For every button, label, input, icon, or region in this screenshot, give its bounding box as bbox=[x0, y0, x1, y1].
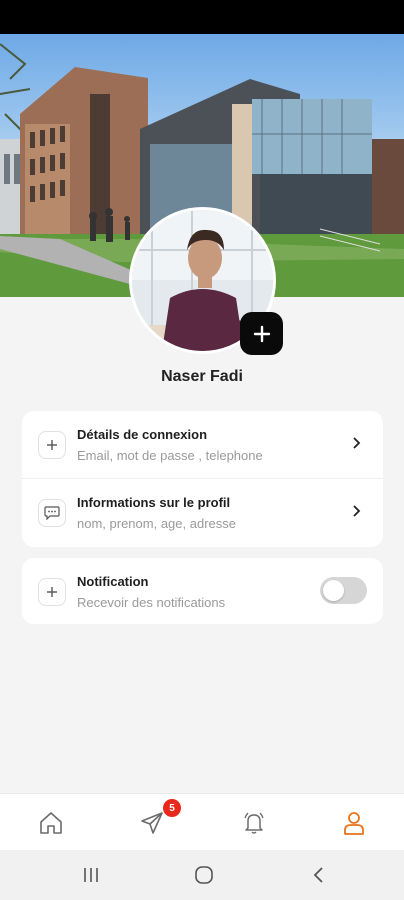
messages-badge: 5 bbox=[163, 799, 181, 817]
connection-details-item[interactable]: Détails de connexion Email, mot de passe… bbox=[22, 411, 383, 477]
profile-icon bbox=[344, 812, 364, 835]
nav-notifications[interactable] bbox=[239, 808, 269, 838]
chevron-left-icon bbox=[313, 867, 323, 883]
status-bar bbox=[0, 0, 404, 34]
message-icon bbox=[38, 499, 66, 527]
send-icon bbox=[141, 812, 163, 834]
home-icon bbox=[40, 812, 62, 834]
notification-title: Notification bbox=[77, 574, 149, 589]
notification-item: Notification Recevoir des notifications bbox=[22, 558, 383, 624]
notification-toggle[interactable] bbox=[320, 577, 367, 604]
notification-card: Notification Recevoir des notifications bbox=[22, 558, 383, 624]
item-subtitle: Email, mot de passe , telephone bbox=[77, 448, 263, 463]
system-home-button[interactable] bbox=[194, 865, 214, 885]
back-button[interactable] bbox=[310, 865, 326, 885]
add-photo-button[interactable] bbox=[240, 312, 283, 355]
profile-avatar-container bbox=[129, 207, 283, 355]
item-title: Détails de connexion bbox=[77, 427, 208, 442]
toggle-knob bbox=[323, 580, 344, 601]
plus-icon bbox=[38, 431, 66, 459]
notification-subtitle: Recevoir des notifications bbox=[77, 595, 226, 610]
nav-home[interactable] bbox=[36, 808, 66, 838]
home-circle-icon bbox=[195, 866, 213, 884]
system-navigation-bar bbox=[0, 850, 404, 900]
chevron-right-icon bbox=[352, 435, 361, 454]
bell-icon bbox=[244, 812, 264, 834]
nav-messages[interactable] bbox=[137, 808, 167, 838]
bottom-navigation: 5 bbox=[0, 793, 404, 850]
recent-apps-button[interactable] bbox=[81, 865, 101, 885]
settings-card: Détails de connexion Email, mot de passe… bbox=[22, 411, 383, 547]
plus-icon bbox=[253, 325, 270, 342]
chevron-right-icon bbox=[352, 503, 361, 522]
item-subtitle: nom, prenom, age, adresse bbox=[77, 516, 236, 531]
recent-apps-icon bbox=[84, 868, 98, 882]
profile-info-item[interactable]: Informations sur le profil nom, prenom, … bbox=[22, 479, 383, 545]
plus-icon bbox=[38, 578, 66, 606]
nav-profile[interactable] bbox=[339, 808, 369, 838]
item-title: Informations sur le profil bbox=[77, 495, 231, 510]
user-name: Naser Fadi bbox=[161, 368, 243, 385]
